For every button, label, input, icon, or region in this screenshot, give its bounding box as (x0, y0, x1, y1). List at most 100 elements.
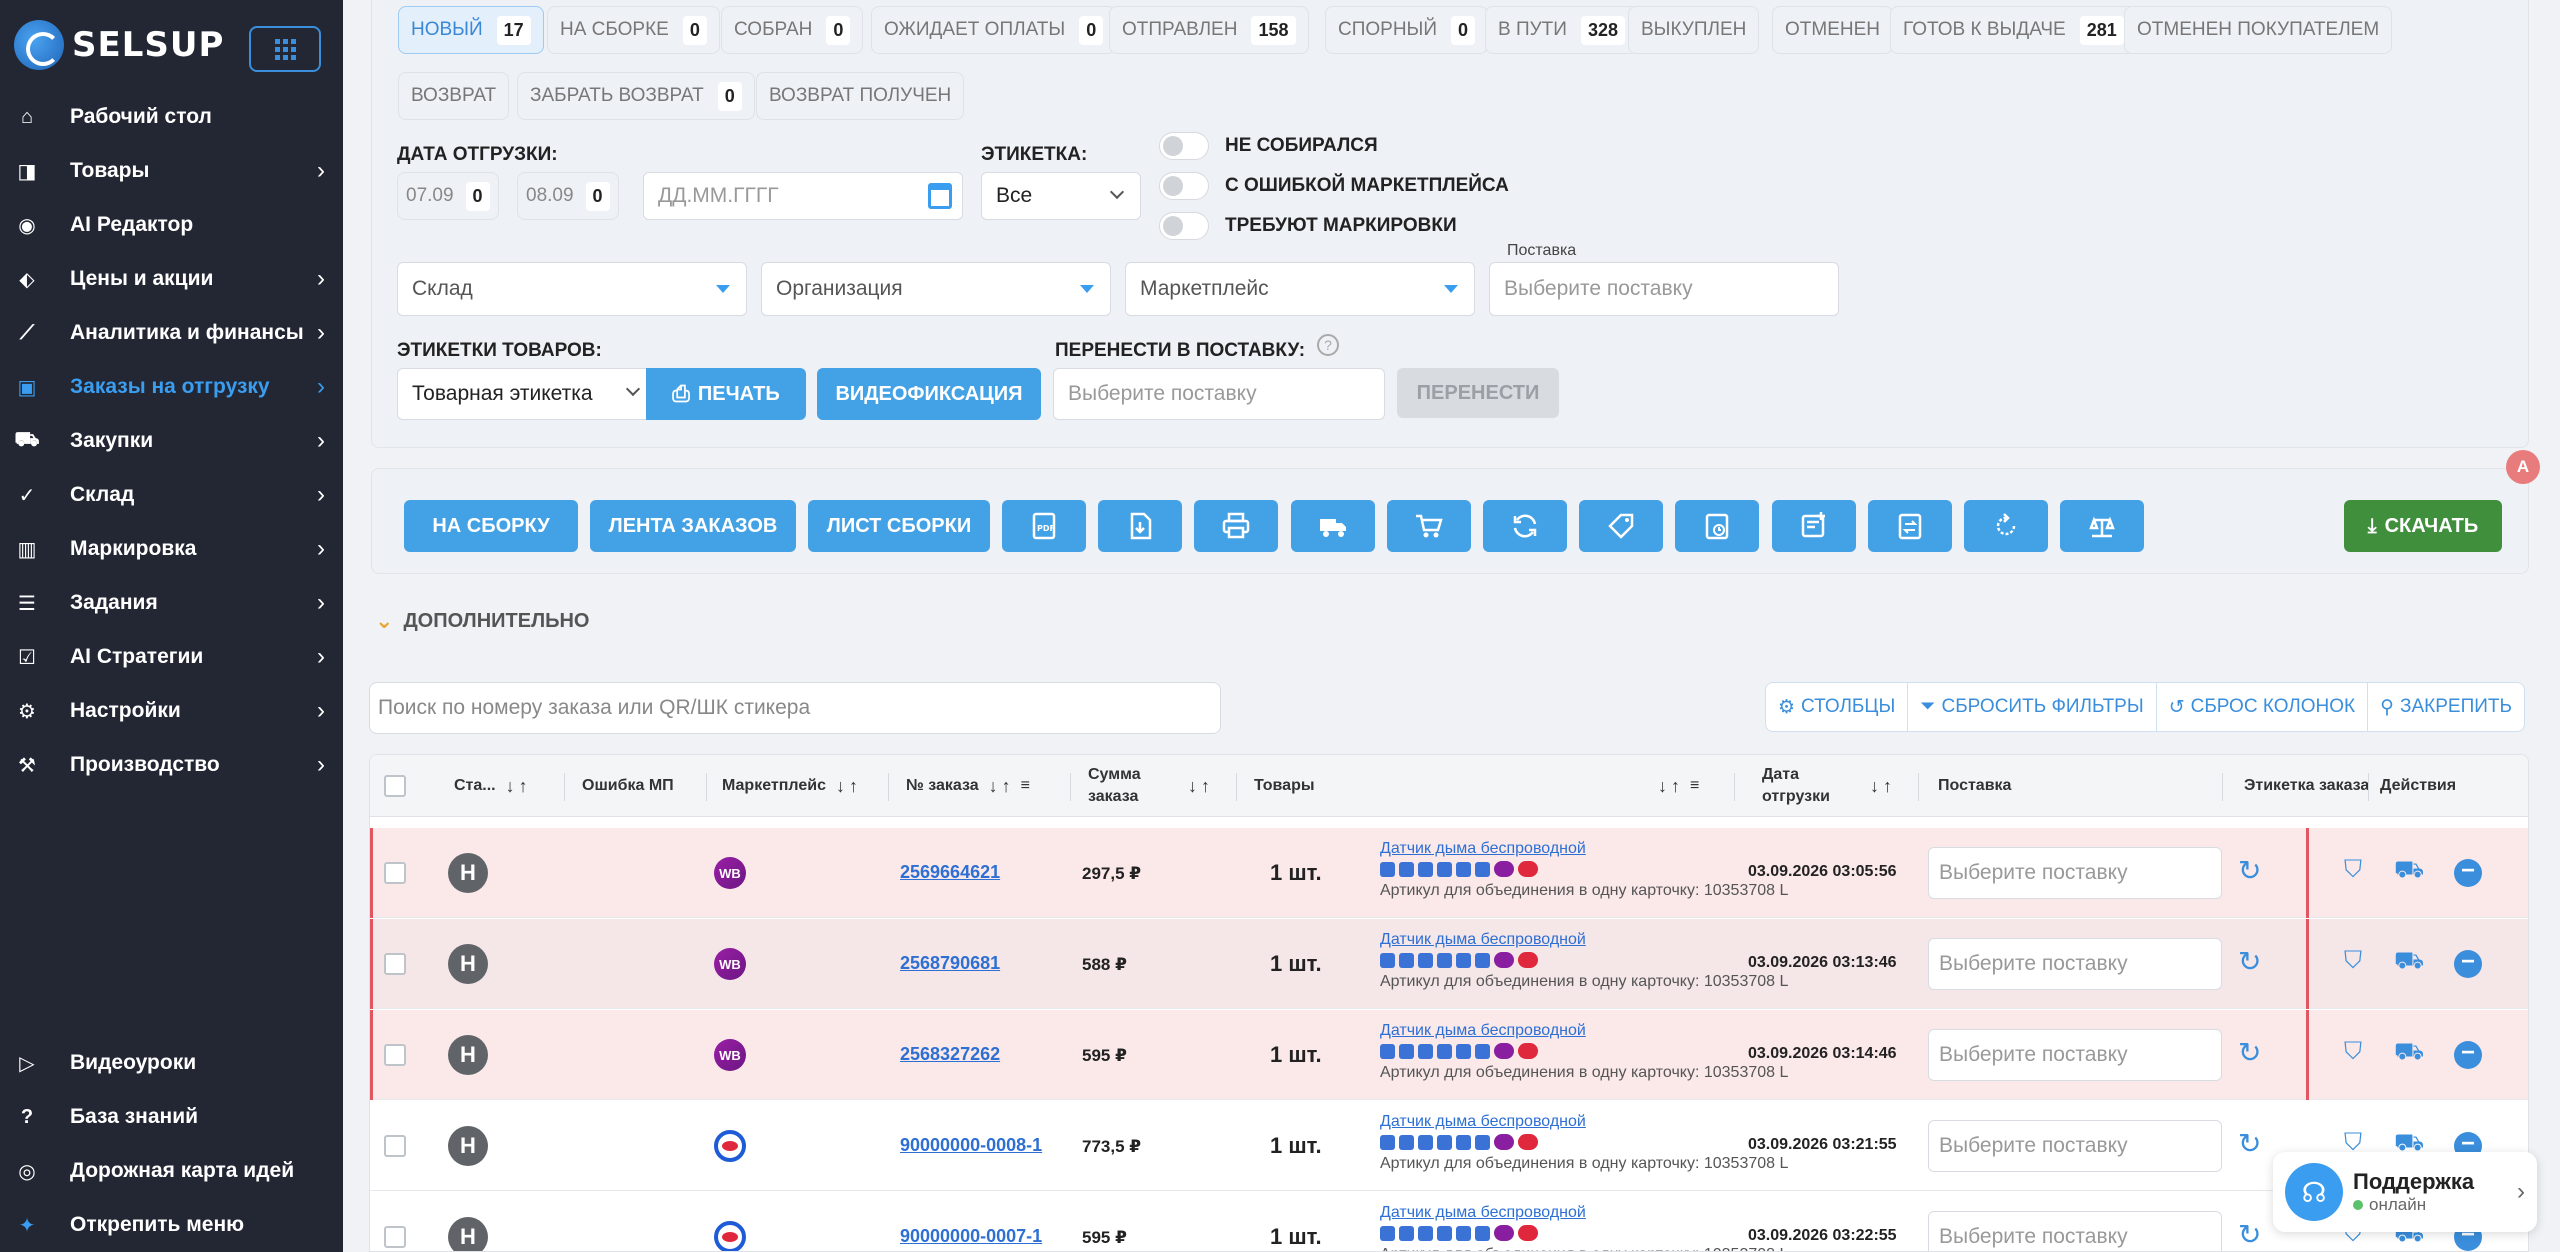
table-row[interactable]: Н WB 2569664621 297,5 ₽ 1 шт. Датчик дым… (370, 828, 2528, 918)
product-link[interactable]: Датчик дыма беспроводной (1380, 1204, 1790, 1222)
sync-button[interactable] (1483, 500, 1567, 552)
toggle-switch[interactable] (1159, 172, 1209, 200)
status-chip-13[interactable]: ВОЗВРАТ ПОЛУЧЕН (756, 72, 965, 120)
toggle-not-assembled[interactable]: НЕ СОБИРАЛСЯ (1159, 132, 1378, 160)
refresh-label-button[interactable]: ↻ (2238, 945, 2261, 978)
sidebar-item-7[interactable]: ✓ Склад › (0, 468, 343, 522)
organization-select[interactable]: Организация (761, 262, 1111, 316)
sort-icon[interactable]: ↓↑ (1188, 776, 1214, 797)
orders-feed-button[interactable]: ЛЕНТА ЗАКАЗОВ (590, 500, 796, 552)
print-button[interactable]: ⎙ ПЕЧАТЬ (646, 368, 806, 420)
assemble-button[interactable]: ⛉ (2344, 1038, 2362, 1066)
sidebar-item-8[interactable]: ▥ Маркировка › (0, 522, 343, 576)
sidebar-item-0[interactable]: ⌂ Рабочий стол (0, 90, 343, 144)
status-chip-5[interactable]: СПОРНЫЙ 0 (1325, 6, 1489, 54)
file-download-button[interactable] (1098, 500, 1183, 552)
printer-button[interactable] (1194, 500, 1279, 552)
assembly-sheet-button[interactable]: ЛИСТ СБОРКИ (808, 500, 990, 552)
sidebar-item-1[interactable]: ◨ Товары › (0, 144, 343, 198)
order-number-link[interactable]: 2569664621 (900, 862, 1000, 883)
status-chip-10[interactable]: ОТМЕНЕН ПОКУПАТЕЛЕМ (2124, 6, 2393, 54)
status-chip-1[interactable]: НА СБОРКЕ 0 (547, 6, 720, 54)
supply-select[interactable]: Выберите поставку (1928, 1211, 2222, 1251)
ship-button[interactable]: ⛟ (2394, 1038, 2424, 1068)
help-icon[interactable]: ? (1317, 334, 1339, 356)
date-chip-2[interactable]: 08.09 0 (517, 172, 619, 220)
assemble-button[interactable]: ⛉ (2344, 947, 2362, 975)
status-chip-2[interactable]: СОБРАН 0 (721, 6, 864, 54)
toggle-switch[interactable] (1159, 132, 1209, 160)
filter-lines-icon[interactable]: ≡ (1690, 777, 1699, 795)
support-widget[interactable]: ☊ Поддержка онлайн › (2273, 1152, 2537, 1232)
order-number-link[interactable]: 2568790681 (900, 953, 1000, 974)
status-chip-12[interactable]: ЗАБРАТЬ ВОЗВРАТ 0 (517, 72, 755, 120)
header-mp-error[interactable]: Ошибка МП (582, 755, 674, 817)
status-chip-4[interactable]: ОТПРАВЛЕН 158 (1109, 6, 1309, 54)
sidebar-item-9[interactable]: ☰ Задания › (0, 576, 343, 630)
product-link[interactable]: Датчик дыма беспроводной (1380, 1113, 1790, 1131)
pdf-button[interactable]: PDF (1002, 500, 1086, 552)
date-input[interactable]: ДД.ММ.ГГГГ (643, 172, 963, 220)
move-button[interactable]: ПЕРЕНЕСТИ (1397, 368, 1559, 418)
cancel-button[interactable]: − (2454, 950, 2482, 978)
clipboard-swap-button[interactable] (1867, 500, 1952, 552)
cancel-button[interactable]: − (2454, 1041, 2482, 1069)
sidebar-item-10[interactable]: ☑ AI Стратегии › (0, 630, 343, 684)
cart-button[interactable] (1386, 500, 1471, 552)
header-sum[interactable]: Сумма заказа (1088, 755, 1141, 817)
supply-select[interactable]: Выберите поставку (1928, 1120, 2222, 1172)
status-chip-7[interactable]: ВЫКУПЛЕН (1628, 6, 1760, 54)
order-number-link[interactable]: 90000000-0007-1 (900, 1226, 1042, 1247)
download-button[interactable]: ⤓ СКАЧАТЬ (2344, 500, 2502, 552)
truck-button[interactable] (1290, 500, 1375, 552)
order-number-link[interactable]: 2568327262 (900, 1044, 1000, 1065)
additional-toggle[interactable]: ⌄ ДОПОЛНИТЕЛЬНО (375, 608, 590, 634)
sidebar-bottom-item-1[interactable]: ? База знаний (0, 1090, 343, 1144)
product-link[interactable]: Датчик дыма беспроводной (1380, 931, 1790, 949)
row-checkbox[interactable] (384, 1226, 406, 1248)
sort-icon[interactable]: ↓↑ (1658, 776, 1684, 797)
sidebar-item-6[interactable]: ⛟ Закупки › (0, 414, 343, 468)
header-status[interactable]: Ста... ↓↑ (454, 755, 532, 817)
ship-button[interactable]: ⛟ (2394, 947, 2424, 977)
toggle-need-marking[interactable]: ТРЕБУЮТ МАРКИРОВКИ (1159, 212, 1457, 240)
table-row[interactable]: Н 90000000-0007-1 595 ₽ 1 шт. Датчик дым… (370, 1192, 2528, 1251)
header-supply[interactable]: Поставка (1938, 755, 2011, 817)
status-chip-0[interactable]: НОВЫЙ 17 (398, 6, 544, 54)
refresh-label-button[interactable]: ↻ (2238, 1218, 2261, 1251)
refresh-label-button[interactable]: ↻ (2238, 1127, 2261, 1160)
table-row[interactable]: Н WB 2568327262 595 ₽ 1 шт. Датчик дыма … (370, 1010, 2528, 1100)
table-row[interactable]: Н 90000000-0008-1 773,5 ₽ 1 шт. Датчик д… (370, 1101, 2528, 1191)
sort-icon[interactable]: ↓↑ (989, 776, 1015, 797)
sort-icon[interactable]: ↓↑ (506, 776, 532, 797)
reset-filters-button[interactable]: ⏷ СБРОСИТЬ ФИЛЬТРЫ (1908, 683, 2157, 731)
status-chip-3[interactable]: ОЖИДАЕТ ОПЛАТЫ 0 (871, 6, 1117, 54)
sort-icon[interactable]: ↓↑ (1870, 776, 1896, 797)
product-label-select[interactable]: Товарная этикетка (397, 368, 653, 420)
note-add-button[interactable] (1771, 500, 1856, 552)
reset-columns-button[interactable]: ↺ СБРОС КОЛОНОК (2157, 683, 2369, 731)
supply-select[interactable]: Выберите поставку (1928, 938, 2222, 990)
refresh-label-button[interactable]: ↻ (2238, 854, 2261, 887)
sidebar-item-12[interactable]: ⚒ Производство › (0, 738, 343, 792)
filter-lines-icon[interactable]: ≡ (1021, 777, 1030, 795)
marketplace-select[interactable]: Маркетплейс (1125, 262, 1475, 316)
sidebar-item-11[interactable]: ⚙ Настройки › (0, 684, 343, 738)
sidebar-item-3[interactable]: ⬖ Цены и акции › (0, 252, 343, 306)
ship-button[interactable]: ⛟ (2394, 856, 2424, 886)
label-select[interactable]: Все (981, 172, 1141, 220)
product-link[interactable]: Датчик дыма беспроводной (1380, 840, 1790, 858)
toggle-switch[interactable] (1159, 212, 1209, 240)
sidebar-bottom-item-2[interactable]: ◎ Дорожная карта идей (0, 1144, 343, 1198)
label-button[interactable] (1579, 500, 1664, 552)
header-order-no[interactable]: № заказа ↓↑ ≡ (906, 755, 1030, 817)
supply-select[interactable]: Выберите поставку (1928, 847, 2222, 899)
refresh-label-button[interactable]: ↻ (2238, 1036, 2261, 1069)
scale-button[interactable] (2060, 500, 2145, 552)
assemble-button[interactable]: ⛉ (2344, 856, 2362, 884)
columns-button[interactable]: ⚙ СТОЛБЦЫ (1766, 683, 1909, 731)
header-products[interactable]: Товары (1254, 755, 1315, 817)
date-chip-1[interactable]: 07.09 0 (397, 172, 499, 220)
pin-button[interactable]: ⚲ ЗАКРЕПИТЬ (2368, 683, 2524, 731)
warehouse-select[interactable]: Склад (397, 262, 747, 316)
